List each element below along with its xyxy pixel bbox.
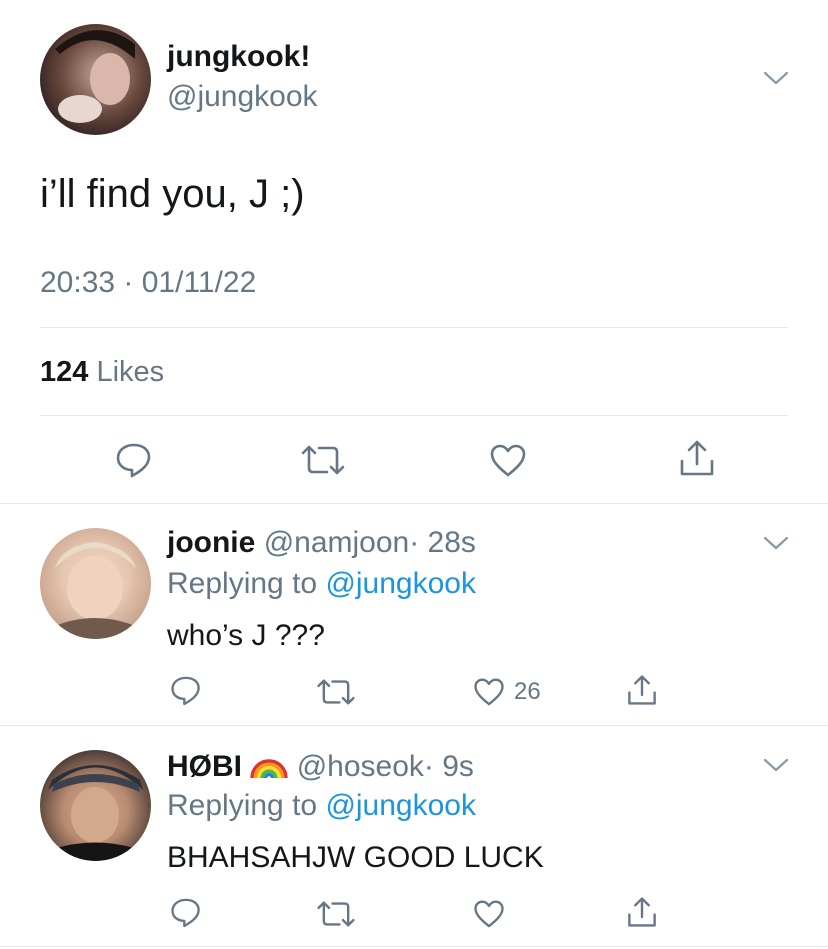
retweet-icon[interactable]: [300, 444, 346, 476]
likes-stat[interactable]: 124 Likes: [40, 356, 164, 389]
reply-icon[interactable]: [170, 675, 202, 706]
reply-display-name[interactable]: HØBI: [167, 750, 242, 783]
likes-label: Likes: [96, 356, 165, 388]
chevron-down-icon[interactable]: [763, 535, 789, 551]
share-icon[interactable]: [626, 674, 658, 706]
chevron-down-icon[interactable]: [763, 757, 789, 773]
replying-prefix: Replying to: [167, 789, 318, 822]
reply-text: who’s J ???: [167, 619, 325, 652]
replying-to-link[interactable]: @jungkook: [325, 567, 476, 600]
avatar-hoseok[interactable]: [40, 750, 151, 861]
tweet-timestamp[interactable]: 20:33 · 01/11/22: [40, 266, 256, 300]
reply-display-name[interactable]: joonie: [167, 526, 255, 559]
reply-time[interactable]: · 9s: [424, 750, 474, 783]
user-handle[interactable]: @jungkook: [167, 80, 318, 114]
divider: [0, 725, 828, 726]
like-icon[interactable]: [473, 677, 505, 706]
reply-header: HØBI @hoseok· 9s: [167, 748, 474, 784]
reply-icon[interactable]: [170, 897, 202, 928]
reply-time[interactable]: · 28s: [409, 526, 476, 559]
share-icon[interactable]: [678, 439, 716, 477]
divider: [40, 415, 788, 416]
tweet-text: i’ll find you, J ;): [40, 172, 305, 216]
reply-header: joonie @namjoon· 28s: [167, 526, 476, 560]
reply-text: BHAHSAHJW GOOD LUCK: [167, 841, 544, 874]
retweet-icon[interactable]: [316, 678, 356, 706]
replying-to: Replying to @jungkook: [167, 567, 476, 601]
divider: [0, 503, 828, 504]
avatar-namjoon[interactable]: [40, 528, 151, 639]
retweet-icon[interactable]: [316, 900, 356, 928]
like-icon[interactable]: [473, 899, 505, 928]
likes-count: 124: [40, 356, 89, 388]
replying-to-link[interactable]: @jungkook: [325, 789, 476, 822]
divider: [40, 327, 788, 328]
display-name[interactable]: jungkook!: [167, 40, 310, 74]
avatar-jungkook[interactable]: [40, 24, 151, 135]
replying-prefix: Replying to: [167, 567, 318, 600]
replying-to: Replying to @jungkook: [167, 789, 476, 823]
reply-handle[interactable]: @hoseok: [297, 750, 424, 783]
share-icon[interactable]: [626, 896, 658, 928]
like-count: 26: [514, 678, 541, 705]
reply-icon[interactable]: [115, 442, 153, 478]
divider: [0, 946, 828, 947]
reply-handle[interactable]: @namjoon: [264, 526, 410, 559]
rainbow-emoji: [250, 748, 289, 780]
like-icon[interactable]: [489, 443, 527, 477]
chevron-down-icon[interactable]: [763, 70, 789, 86]
